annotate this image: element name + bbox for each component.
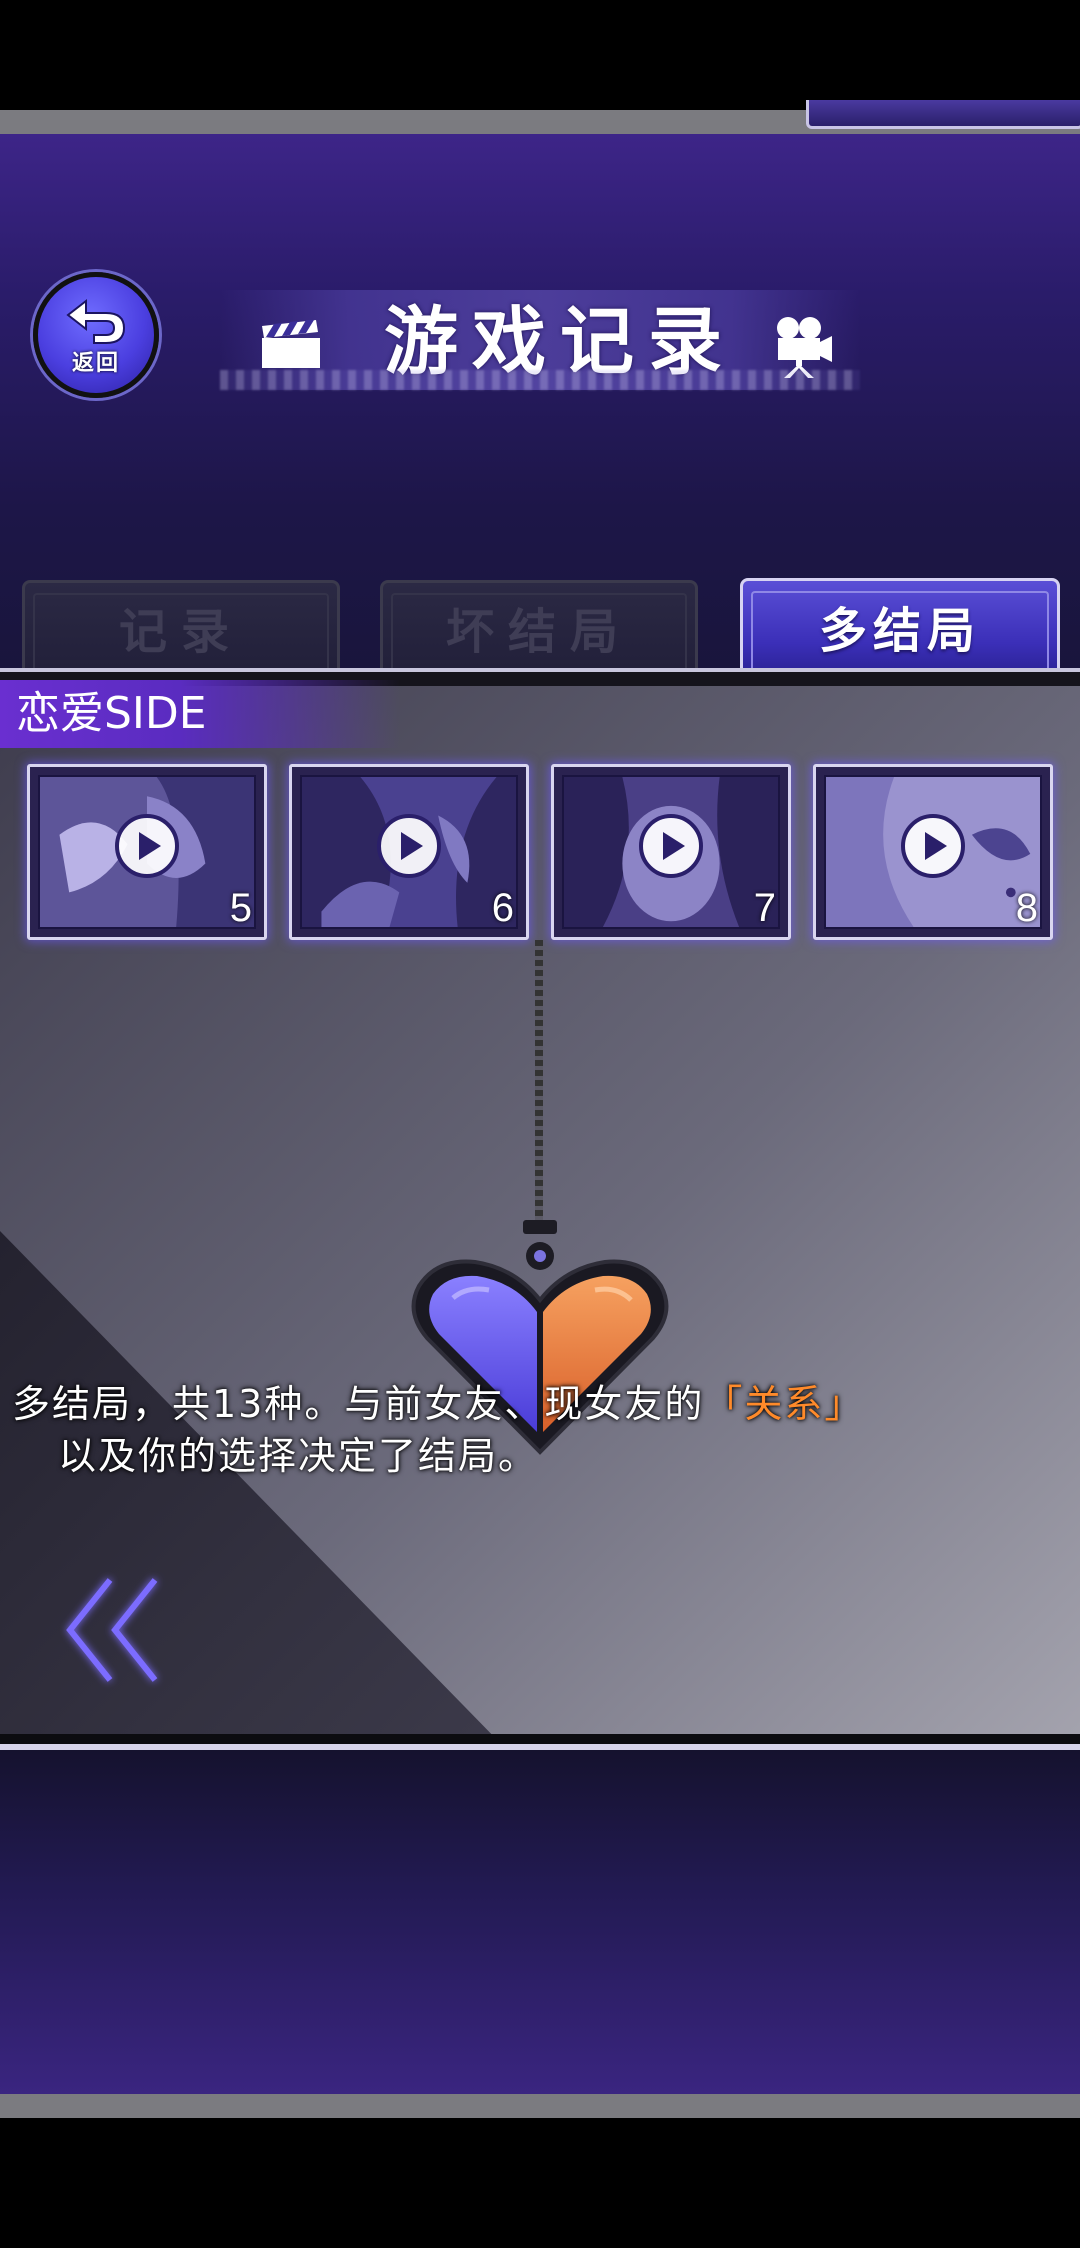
footer-background [0,1750,1080,2094]
ending-thumbnail[interactable]: 6 [289,764,529,940]
pendant-chain [535,940,543,1230]
ending-number: 5 [229,886,252,930]
section-label: 恋爱SIDE [0,680,400,748]
play-icon [901,814,965,878]
top-corner-tab [806,100,1080,129]
banner-fringe [220,370,860,390]
double-chevron-left-icon[interactable] [60,1570,170,1700]
back-button[interactable]: 返回 [33,272,159,398]
tab-bad-ending-label: 坏结局 [445,603,632,660]
top-letterbox [0,0,1080,110]
tab-multiple-endings-label: 多结局 [818,602,981,659]
ending-thumbnail[interactable]: 5 [27,764,267,940]
play-icon [115,814,179,878]
ending-thumbnail[interactable]: 8 [813,764,1053,940]
tab-bad-ending[interactable]: 坏结局 [380,580,698,670]
tab-record-label: 记录 [118,603,243,660]
ending-description: 多结局，共13种。与前女友、现女友的「关系」 以及你的选择决定了结局。 [12,1378,1012,1482]
description-line-1: 多结局，共13种。与前女友、现女友的「关系」 [12,1378,1012,1430]
page-title: 游戏记录 [384,298,736,385]
description-text: 多结局，共13种。与前女友、现女友的 [12,1382,705,1426]
tab-record[interactable]: 记录 [22,580,340,670]
description-highlight: 「关系」 [704,1382,865,1426]
play-icon [639,814,703,878]
description-line-2: 以及你的选择决定了结局。 [58,1434,539,1478]
bottom-frame-bar [0,2094,1080,2118]
title-banner: 游戏记录 [220,290,860,390]
ending-thumbnail[interactable]: 7 [551,764,791,940]
ending-number: 6 [491,886,514,930]
ending-number: 8 [1015,886,1038,930]
tab-multiple-endings[interactable]: 多结局 [740,578,1060,670]
back-button-label: 返回 [71,351,120,376]
back-arrow-icon [66,298,126,344]
game-screen: 返回 游戏记录 记录 坏结局 多结局 恋爱SIDE 5 6 7 8 多结局，共1… [0,0,1080,2248]
bottom-letterbox [0,2118,1080,2248]
ending-number: 7 [753,886,776,930]
movie-camera-icon [777,317,832,378]
clapperboard-icon [262,320,320,368]
play-icon [377,814,441,878]
